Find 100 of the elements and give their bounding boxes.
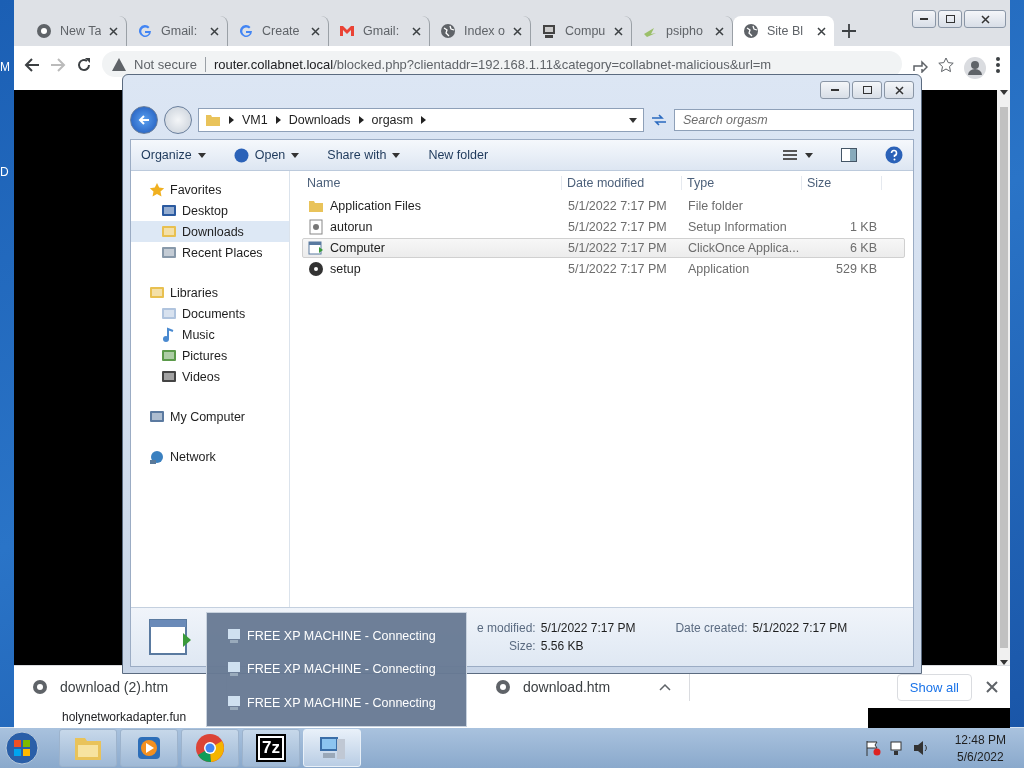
file-row[interactable]: autorun 5/1/2022 7:17 PM Setup Information 1 KB (302, 217, 905, 237)
settings-file-icon (308, 219, 324, 235)
computer-icon (227, 627, 241, 644)
close-icon[interactable] (817, 26, 826, 36)
reload-icon[interactable] (76, 57, 92, 73)
chrome-icon (36, 23, 52, 39)
breadcrumb-item[interactable]: Downloads (288, 113, 351, 127)
size-cell-text: 1 KB (848, 220, 877, 234)
nav-item[interactable]: Documents (131, 303, 289, 324)
minimize-button[interactable] (912, 10, 936, 28)
application-window-icon (308, 240, 324, 256)
column-header[interactable]: Size (802, 176, 882, 190)
computer-icon (541, 23, 557, 39)
toolbar-button[interactable]: Open (233, 147, 300, 163)
scrollbar[interactable] (997, 90, 1010, 665)
close-icon[interactable] (986, 681, 998, 693)
address-bar[interactable]: Not secure router.collabnet.local/blocked.php?clientaddr=192.168.1.11&category=collabnet-malicious&url=m (102, 51, 902, 77)
detail-value: 5.56 KB (540, 639, 585, 653)
breadcrumb-item[interactable]: VM1 (242, 113, 268, 127)
date-cell-text: 5/1/2022 7:17 PM (567, 199, 668, 213)
close-icon[interactable] (513, 26, 522, 36)
minimize-icon (920, 18, 928, 20)
file-row[interactable]: Application Files 5/1/2022 7:17 PM File folder (302, 196, 905, 216)
caret-icon (392, 152, 401, 158)
preview-pane-icon[interactable] (841, 148, 857, 162)
nav-item[interactable]: Desktop (131, 200, 289, 221)
start-button[interactable] (2, 730, 42, 766)
media-player-icon (135, 734, 163, 762)
avatar-icon[interactable] (964, 57, 986, 79)
file-name: autorun (330, 220, 373, 234)
date-cell-text: 5/1/2022 7:17 PM (567, 220, 668, 234)
desktop-icon (161, 202, 177, 219)
desktop-icon-label: D (0, 165, 9, 179)
jump-list-item[interactable]: FREE XP MACHINE - Connecting (227, 627, 466, 644)
help-icon[interactable] (885, 146, 903, 164)
detail-value: 5/1/2022 7:17 PM (752, 621, 848, 635)
refresh-icon[interactable] (650, 112, 668, 128)
share-icon[interactable] (912, 57, 928, 73)
breadcrumb-arrow-icon (229, 116, 234, 124)
close-button[interactable] (884, 81, 914, 99)
maximize-button[interactable] (852, 81, 882, 99)
star-icon[interactable] (938, 57, 954, 73)
nav-item[interactable]: Network (131, 446, 289, 467)
chevron-up-icon[interactable] (659, 683, 671, 691)
nav-item[interactable]: Downloads (131, 221, 289, 242)
network-icon[interactable] (888, 740, 905, 756)
nav-item[interactable]: Music (131, 324, 289, 345)
documents-icon (161, 305, 177, 322)
gmail-icon (339, 23, 355, 39)
close-icon[interactable] (715, 26, 724, 36)
computer-icon (227, 695, 241, 712)
file-row[interactable]: setup 5/1/2022 7:17 PM Application 529 KB (302, 259, 905, 279)
type-cell-text: File folder (687, 199, 744, 213)
browser-tab[interactable]: Site Bl (733, 16, 834, 46)
google-icon (238, 23, 254, 39)
search-field[interactable]: Search orgasm (674, 109, 914, 131)
jump-list-item[interactable]: FREE XP MACHINE - Connecting (227, 661, 466, 678)
close-button[interactable] (964, 10, 1006, 28)
toolbar-button[interactable]: Share with (327, 148, 401, 162)
nav-item[interactable]: Libraries (131, 282, 289, 303)
toolbar-button[interactable]: Organize (141, 148, 206, 162)
flag-icon[interactable] (864, 740, 881, 756)
minimize-button[interactable] (820, 81, 850, 99)
file-row[interactable]: Computer 5/1/2022 7:17 PM ClickOnce Applica... 6 KB (302, 238, 905, 258)
nav-item[interactable]: Videos (131, 366, 289, 387)
volume-icon[interactable] (912, 740, 929, 756)
close-icon[interactable] (109, 26, 118, 36)
taskbar-app[interactable] (120, 729, 178, 767)
forward-button[interactable] (164, 106, 192, 134)
close-icon[interactable] (614, 26, 623, 36)
recent-places-icon (161, 244, 177, 261)
pictures-icon (161, 347, 177, 364)
taskbar-app[interactable]: 7z (242, 729, 300, 767)
back-button[interactable] (130, 106, 158, 134)
nav-item[interactable]: My Computer (131, 406, 289, 427)
close-icon[interactable] (311, 26, 320, 36)
close-icon (894, 85, 904, 95)
back-icon[interactable] (24, 57, 40, 73)
view-options-icon[interactable] (783, 149, 813, 161)
size-cell-text: 6 KB (848, 241, 877, 255)
restore-button[interactable] (938, 10, 962, 28)
nav-item[interactable]: Favorites (131, 179, 289, 200)
nav-item[interactable]: Recent Places (131, 242, 289, 263)
close-icon[interactable] (412, 26, 421, 36)
address-bar[interactable]: VM1 Downloads orgasm (198, 108, 644, 132)
column-header[interactable]: Name (302, 176, 562, 190)
globe-icon (743, 23, 759, 39)
clock[interactable]: 12:48 PM 5/6/2022 (954, 732, 1006, 764)
file-name: setup (330, 262, 361, 276)
close-icon[interactable] (210, 26, 219, 36)
date-cell-text: 5/1/2022 7:17 PM (567, 262, 668, 276)
column-header[interactable]: Date modified (562, 176, 682, 190)
taskbar-app[interactable] (181, 729, 239, 767)
breadcrumb-item[interactable]: orgasm (371, 113, 414, 127)
application-window-icon (149, 619, 191, 655)
nav-item[interactable]: Pictures (131, 345, 289, 366)
show-all-button[interactable]: Show all (896, 673, 972, 701)
column-header[interactable]: Type (682, 176, 802, 190)
toolbar-button[interactable]: New folder (428, 148, 489, 162)
menu-icon[interactable] (996, 57, 1000, 73)
